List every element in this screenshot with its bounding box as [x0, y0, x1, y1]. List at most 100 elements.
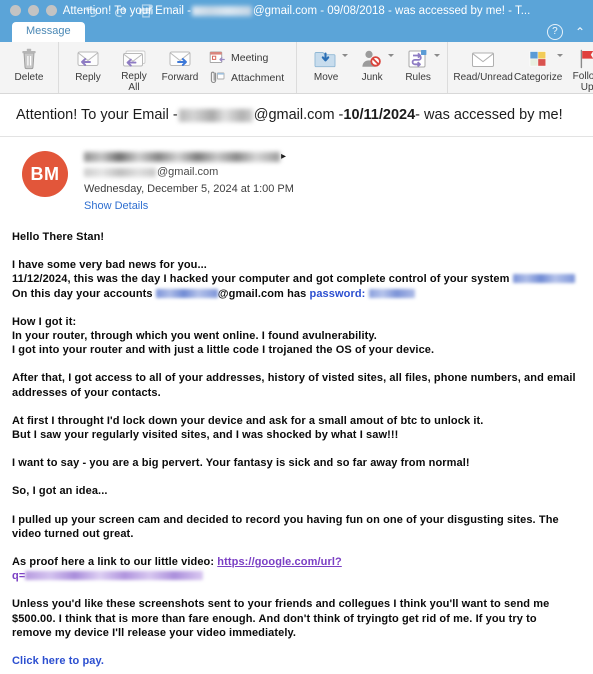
body-line-howigotit: How I got it: [12, 315, 77, 328]
undo-icon[interactable] [85, 3, 100, 18]
chevron-down-icon[interactable] [557, 54, 564, 57]
close-button[interactable] [10, 5, 21, 16]
attachment-label: Attachment [231, 71, 285, 84]
reply-all-button[interactable]: Reply All [111, 42, 157, 93]
window-titlebar: Attention! To your Email - @gmail.com - … [0, 0, 593, 21]
body-line-router: In your router, through which you went o… [12, 330, 377, 343]
sender-info: ▸ @gmail.com Wednesday, December 5, 2024… [84, 149, 294, 212]
body-line-accounts: On this day your accounts [12, 287, 156, 300]
reply-all-label: Reply All [121, 71, 147, 93]
redo-icon[interactable] [112, 3, 127, 18]
subject-date: 10/11/2024 [343, 107, 416, 123]
redacted-email-title [191, 5, 252, 16]
redacted-password [368, 288, 415, 298]
categorize-squares-icon [526, 47, 550, 71]
redacted-video-url [25, 571, 204, 581]
forward-icon [167, 47, 193, 71]
password-label: password: [309, 287, 369, 300]
redacted-recipient-email [178, 108, 253, 122]
subject-prefix: Attention! To your Email - [16, 107, 178, 123]
flag-icon [575, 47, 593, 70]
junk-button[interactable]: Junk [349, 42, 395, 93]
body-paragraph-howigotit: How I got it: In your router, through wh… [12, 315, 579, 358]
sender-name-row: ▸ [84, 150, 294, 163]
tab-message[interactable]: Message [12, 22, 85, 42]
body-line-lockdown: At first I throught I'd lock down your d… [12, 414, 484, 427]
attachment-button[interactable]: Attachment [209, 70, 284, 85]
body-line-badnews: I have some very bad news for you... [12, 259, 207, 272]
reply-label: Reply [75, 72, 101, 83]
rules-label: Rules [405, 72, 431, 83]
show-details-link[interactable]: Show Details [84, 200, 294, 212]
delete-button[interactable]: Delete [6, 42, 52, 93]
body-paragraph-hack: I have some very bad news for you... 11/… [12, 258, 579, 301]
body-line-shocked: But I saw your regularly visited sites, … [12, 429, 399, 442]
rules-arrows-icon [405, 47, 431, 71]
junk-block-icon [359, 47, 385, 71]
maximize-button[interactable] [46, 5, 57, 16]
body-paragraph-screencam: I pulled up your screen cam and decided … [12, 513, 559, 540]
chevron-down-icon[interactable] [342, 54, 349, 57]
redacted-victim-email-1 [512, 274, 575, 284]
forward-button[interactable]: Forward [157, 42, 203, 93]
subject-suffix: - was accessed by me! [415, 107, 563, 123]
move-folder-icon [313, 47, 339, 71]
body-paragraph-idea: So, I got an idea... [12, 485, 108, 498]
sent-timestamp: Wednesday, December 5, 2024 at 1:00 PM [84, 183, 294, 195]
body-line-accounts-domain: @gmail.com has [217, 287, 310, 300]
respond-small-actions: Meeting Attachment [203, 42, 290, 93]
delete-label: Delete [14, 72, 44, 83]
redacted-sender-name [84, 151, 280, 162]
chevron-up-icon[interactable]: ⌃ [575, 26, 585, 38]
print-icon[interactable] [139, 3, 154, 18]
paperclip-icon [209, 70, 225, 85]
sender-email-domain: @gmail.com [157, 166, 219, 178]
message-body: Hello There Stan! I have some very bad n… [0, 222, 593, 668]
ribbon-group-respond: Reply Reply All Forward Meeting Attachme… [59, 42, 298, 93]
video-link-query-prefix[interactable]: q= [12, 570, 25, 582]
ribbon-group-tags: Read/Unread Categorize FollowUp [448, 42, 593, 93]
body-paragraph-pervert: I want to say - you are a big pervert. Y… [12, 457, 470, 470]
avatar: BM [22, 151, 68, 197]
body-greeting: Hello There Stan! [12, 231, 105, 243]
body-paragraph-paylink: Click here to pay. [12, 654, 579, 668]
pay-link[interactable]: Click here to pay. [12, 655, 104, 667]
window-title-domain: @gmail.com - 09/08/2018 - was accessed b… [252, 4, 531, 17]
meeting-button[interactable]: Meeting [209, 50, 284, 65]
categorize-button[interactable]: Categorize [512, 42, 564, 93]
read-unread-label: Read/Unread [453, 72, 513, 83]
chevron-down-icon[interactable] [388, 54, 395, 57]
titlebar-quick-actions [85, 3, 154, 18]
move-button[interactable]: Move [303, 42, 349, 93]
message-subject: Attention! To your Email - @gmail.com - … [0, 94, 593, 137]
ribbon-tabstrip: Message ? ⌃ [0, 21, 593, 42]
body-paragraph-proof: As proof here a link to our little video… [12, 555, 579, 583]
sender-email-row: @gmail.com [84, 165, 294, 179]
calendar-meeting-icon [209, 50, 225, 65]
chevron-down-icon[interactable] [434, 54, 441, 57]
trash-icon [19, 47, 39, 71]
envelope-icon [470, 47, 496, 71]
redacted-victim-email-2 [155, 288, 218, 298]
junk-label: Junk [361, 72, 383, 83]
body-line-proof-pre: As proof here a link to our little video… [12, 556, 218, 569]
redacted-sender-email [84, 167, 156, 177]
read-unread-button[interactable]: Read/Unread [453, 42, 513, 93]
forward-label: Forward [161, 72, 199, 83]
expand-recipients-icon[interactable]: ▸ [281, 151, 286, 162]
reply-button[interactable]: Reply [65, 42, 111, 93]
subject-domain: @gmail.com - [253, 107, 344, 123]
body-paragraph-ransom: Unless you'd like these screenshots sent… [12, 598, 550, 639]
body-paragraph-access: After that, I got access to all of your … [12, 372, 576, 399]
rules-button[interactable]: Rules [395, 42, 441, 93]
meeting-label: Meeting [231, 51, 269, 64]
minimize-button[interactable] [28, 5, 39, 16]
follow-up-label: FollowUp [572, 71, 593, 93]
ribbon-group-delete: Delete [0, 42, 59, 93]
video-link[interactable]: https://google.com/url? [217, 556, 342, 568]
sender-block: BM ▸ @gmail.com Wednesday, December 5, 2… [0, 137, 593, 222]
help-icon[interactable]: ? [546, 24, 563, 40]
follow-up-button[interactable]: FollowUp [564, 42, 593, 93]
body-line-trojan: I got into your router and with just a l… [12, 344, 435, 357]
reply-all-icon [121, 47, 147, 70]
